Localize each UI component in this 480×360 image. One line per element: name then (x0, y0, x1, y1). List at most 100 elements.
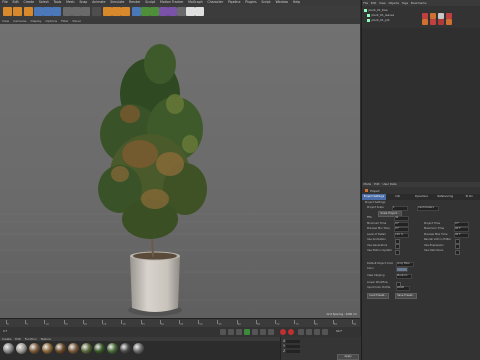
object-manager-menu-item-5[interactable]: Bookmarks (411, 0, 427, 6)
material-swatch[interactable] (107, 343, 118, 354)
record-keys-icon[interactable] (280, 329, 286, 335)
subdivision-icon[interactable] (150, 7, 159, 16)
next-key-icon[interactable] (260, 329, 266, 335)
tag-icon[interactable] (446, 19, 452, 25)
floor-grid (0, 213, 360, 301)
prev-frame-icon[interactable] (236, 329, 242, 335)
end-frame-field[interactable]: 90 F (336, 329, 342, 333)
timeline-tick-label: 40 (160, 323, 165, 326)
start-frame-field[interactable]: 0 F (3, 329, 7, 333)
coordinates-panel: X Y Z Apply (280, 337, 361, 360)
live-selection-icon[interactable] (24, 7, 33, 16)
render-view-icon[interactable] (103, 7, 112, 16)
coord-row-x: X (283, 339, 359, 343)
prev-key-icon[interactable] (228, 329, 234, 335)
material-swatch[interactable] (29, 343, 40, 354)
key-selection-icon[interactable] (298, 329, 304, 335)
object-row-tree[interactable]: plant_01_tree (364, 8, 420, 12)
object-manager-empty-area[interactable] (362, 28, 480, 182)
right-field-checkbox[interactable] (455, 244, 460, 249)
coord-x-field[interactable] (286, 339, 301, 343)
z-axis-icon[interactable] (81, 7, 90, 16)
timeline-tick-label: 5 (26, 323, 28, 326)
default-object-color-label: Default Object Color (367, 262, 394, 265)
camera-icon[interactable] (186, 7, 195, 16)
material-swatch[interactable] (120, 343, 131, 354)
tag-icon[interactable] (430, 19, 436, 25)
object-manager-menu-item-2[interactable]: View (379, 0, 386, 6)
next-frame-icon[interactable] (252, 329, 258, 335)
timeline-tick-label: 55 (218, 323, 222, 326)
rotation-key-icon[interactable] (322, 329, 328, 335)
coord-apply-button[interactable]: Apply (337, 354, 359, 360)
right-field-value: 90 F (455, 232, 461, 236)
cube-icon[interactable] (132, 7, 141, 16)
x-axis-icon[interactable] (63, 7, 72, 16)
attributes-menu-item-1[interactable]: Edit (374, 182, 379, 187)
material-swatch[interactable] (133, 343, 144, 354)
autokey-icon[interactable] (288, 329, 294, 335)
right-field-label: Preview Max Time (424, 232, 448, 236)
attributes-menu-item-0[interactable]: Mode (364, 182, 372, 187)
rotate-tool-icon[interactable] (52, 7, 61, 16)
coord-z-field[interactable] (286, 349, 301, 353)
left-field-checkbox[interactable] (395, 249, 400, 255)
pen-icon[interactable] (141, 7, 150, 16)
y-axis-icon[interactable] (72, 7, 81, 16)
tag-icon[interactable] (422, 19, 428, 25)
timeline-tick-label: 15 (64, 323, 68, 326)
object-row-leaves[interactable]: plant_01_leaves (367, 13, 423, 17)
attributes-menu-item-2[interactable]: User Data (383, 182, 397, 187)
color-swatch[interactable] (396, 267, 408, 273)
goto-end-icon[interactable] (268, 329, 274, 335)
bend-deformer-icon[interactable] (168, 7, 177, 16)
object-manager-menu-item-3[interactable]: Objects (388, 0, 399, 6)
scale-key-icon[interactable] (314, 329, 320, 335)
coordinate-system-icon[interactable] (92, 7, 101, 16)
light-icon[interactable] (195, 7, 204, 16)
right-field-label: Use Deformers (424, 249, 444, 252)
object-tags (420, 12, 480, 26)
project-icon (365, 189, 368, 192)
material-swatch[interactable] (55, 343, 66, 354)
object-manager-menu-item-4[interactable]: Tags (402, 0, 408, 6)
play-icon[interactable] (244, 329, 250, 335)
right-field-checkbox[interactable] (455, 238, 460, 244)
material-swatch[interactable] (3, 343, 14, 354)
object-manager-menu-item-1[interactable]: Edit (371, 0, 376, 6)
left-field-checkbox[interactable] (395, 244, 400, 249)
tag-icon[interactable] (438, 19, 444, 25)
floor-icon[interactable] (177, 7, 186, 16)
material-swatch[interactable] (94, 343, 105, 354)
load-preset-button[interactable]: Load Preset... (367, 293, 389, 299)
scale-tool-icon[interactable] (43, 7, 52, 16)
material-swatch[interactable] (68, 343, 79, 354)
material-swatch[interactable] (81, 343, 92, 354)
material-swatch[interactable] (16, 343, 27, 354)
material-swatch[interactable] (42, 343, 53, 354)
timeline-tick-label: 80 (314, 323, 318, 326)
right-field-label: Use Expression (424, 243, 444, 247)
timeline-tick-label: 65 (256, 323, 261, 326)
object-manager-menu-item-0[interactable]: File (363, 0, 368, 6)
default-object-color-value: Gray Blue (397, 262, 410, 265)
render-settings-icon[interactable] (121, 7, 130, 16)
coord-y-field[interactable] (286, 344, 301, 348)
scale-unit-value: Centimeters (418, 206, 434, 209)
right-field-checkbox[interactable] (455, 249, 460, 255)
3d-viewport[interactable]: Grid Spacing : 1000 cm (0, 24, 360, 324)
left-field-value: 0 F (395, 227, 399, 230)
render-picture-viewer-icon[interactable] (112, 7, 121, 16)
left-field-label: Preview Min Time (367, 227, 390, 230)
attributes-menubar: Mode Edit User Data (362, 182, 480, 187)
left-field-checkbox[interactable] (395, 238, 400, 244)
position-key-icon[interactable] (306, 329, 312, 335)
move-tool-icon[interactable] (34, 7, 43, 16)
goto-start-icon[interactable] (220, 329, 226, 335)
save-preset-button[interactable]: Save Preset... (395, 293, 417, 299)
view-clipping-label: View Clipping (367, 274, 385, 277)
undo-icon[interactable] (3, 7, 12, 16)
array-icon[interactable] (159, 7, 168, 16)
object-row-pot[interactable]: plant_01_pot (367, 18, 423, 22)
redo-icon[interactable] (13, 7, 22, 16)
